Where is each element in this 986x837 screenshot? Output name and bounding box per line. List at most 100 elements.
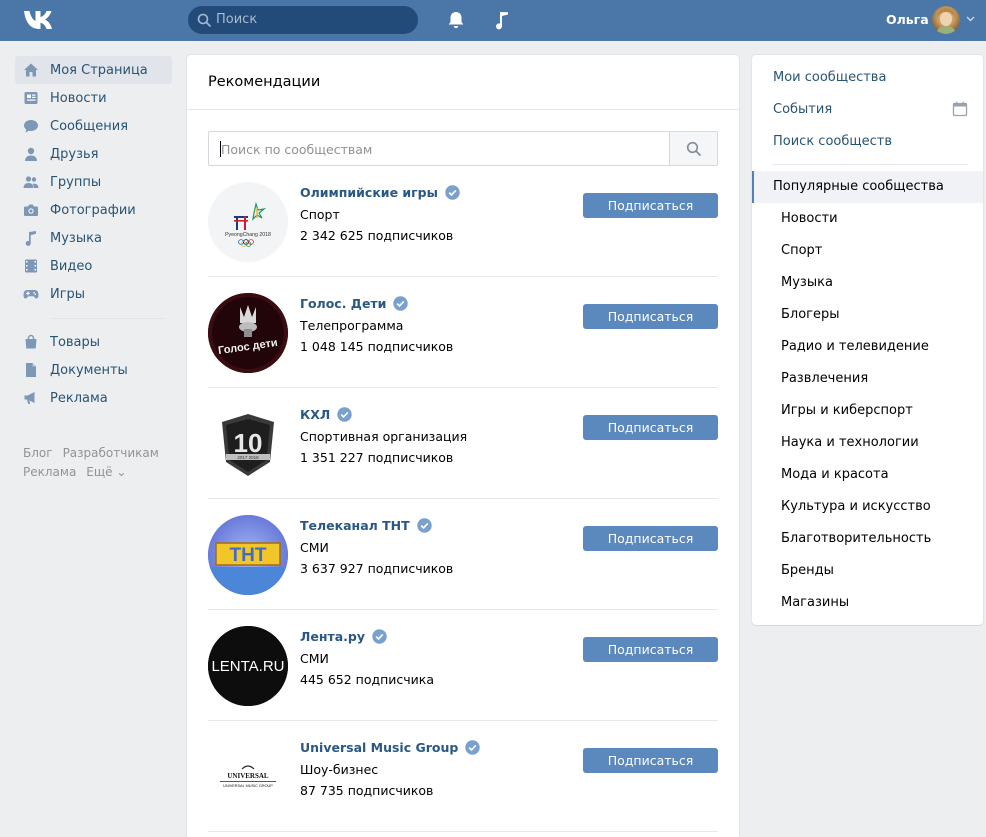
khl-years-text: 2017 2018 (237, 455, 259, 460)
chevron-down-icon[interactable] (966, 16, 975, 22)
nav-item-groups[interactable]: Группы (15, 168, 172, 196)
community-search-button[interactable] (669, 132, 717, 165)
community-name[interactable]: Лента.ру (300, 629, 387, 644)
header-search-placeholder: Поиск (216, 12, 258, 27)
bell-icon[interactable] (446, 10, 466, 30)
list-item: 10 2017 2018 КХЛ Спортивная организация … (208, 388, 718, 499)
category-culture-art[interactable]: Культура и искусство (781, 499, 931, 514)
pyeongchang-logo-icon[interactable]: PyeongChang 2018 (208, 182, 288, 262)
khl-logo-icon[interactable]: 10 2017 2018 (208, 404, 288, 484)
community-name[interactable]: Телеканал ТНТ (300, 518, 432, 533)
header-search-input[interactable]: Поиск (188, 6, 418, 34)
category-radio-tv[interactable]: Радио и телевидение (781, 339, 929, 354)
footer-link-ads[interactable]: Реклама (23, 465, 76, 479)
nav-item-music[interactable]: Музыка (15, 224, 172, 252)
list-item: LENTA.RU Лента.ру СМИ 445 652 подписчика… (208, 610, 718, 721)
community-name[interactable]: Олимпийские игры (300, 185, 460, 200)
nav-item-friends[interactable]: Друзья (15, 140, 172, 168)
subscribe-button[interactable]: Подписаться (583, 526, 718, 551)
verified-icon (337, 407, 352, 422)
community-search-input[interactable]: Поиск по сообществам (208, 131, 718, 166)
tnt-logo-icon[interactable]: ТНТ (208, 515, 288, 595)
menu-divider (772, 164, 968, 165)
calendar-icon[interactable] (952, 101, 968, 117)
community-category: СМИ (300, 651, 329, 666)
community-name-text: Телеканал ТНТ (300, 518, 410, 533)
nav-item-games[interactable]: Игры (15, 280, 172, 308)
nav-item-label: Сообщения (50, 118, 129, 134)
menu-my-communities[interactable]: Мои сообщества (773, 70, 886, 85)
menu-search-communities[interactable]: Поиск сообществ (773, 134, 892, 149)
nav-item-label: Документы (50, 362, 128, 378)
category-games-esports[interactable]: Игры и киберспорт (781, 403, 913, 418)
footer-link-blog[interactable]: Блог (23, 446, 53, 460)
category-charity[interactable]: Благотворительность (781, 531, 931, 546)
category-entertainment[interactable]: Развлечения (781, 371, 868, 386)
community-name[interactable]: Голос. Дети (300, 296, 409, 311)
community-name[interactable]: КХЛ (300, 407, 352, 422)
footer-link-developers[interactable]: Разработчикам (63, 446, 159, 460)
golos-logo-icon[interactable]: Голос дети (208, 293, 288, 373)
groups-icon (23, 176, 39, 188)
category-science-tech[interactable]: Наука и технологии (781, 435, 919, 450)
category-brands[interactable]: Бренды (781, 563, 834, 578)
subscribe-button[interactable]: Подписаться (583, 637, 718, 662)
user-name[interactable]: Ольга (886, 12, 929, 27)
footer-link-more[interactable]: Ещё ⌄ (86, 465, 126, 479)
recommendations-panel: Рекомендации Поиск по сообществам Pyeong… (187, 55, 739, 837)
community-subscribers: 2 342 625 подписчиков (300, 228, 454, 243)
vk-logo-icon[interactable] (22, 9, 56, 31)
nav-item-label: Друзья (50, 146, 99, 162)
pyeongchang-text: PyeongChang 2018 (225, 232, 271, 238)
community-name-text: КХЛ (300, 407, 331, 422)
community-subscribers: 445 652 подписчика (300, 672, 435, 687)
subscribe-button[interactable]: Подписаться (583, 193, 718, 218)
nav-item-news[interactable]: Новости (15, 84, 172, 112)
category-sport[interactable]: Спорт (781, 243, 822, 258)
verified-icon (372, 629, 387, 644)
subscribe-button[interactable]: Подписаться (583, 304, 718, 329)
subscribe-button[interactable]: Подписаться (583, 415, 718, 440)
community-name[interactable]: Universal Music Group (300, 740, 481, 755)
subscribe-button[interactable]: Подписаться (583, 748, 718, 773)
camera-icon (24, 204, 38, 216)
nav-item-documents[interactable]: Документы (15, 356, 172, 384)
category-shops[interactable]: Магазины (781, 595, 849, 610)
category-fashion-beauty[interactable]: Мода и красота (781, 467, 889, 482)
nav-item-photos[interactable]: Фотографии (15, 196, 172, 224)
category-bloggers[interactable]: Блогеры (781, 307, 840, 322)
verified-icon (416, 518, 432, 533)
community-category: Шоу-бизнес (300, 762, 379, 777)
universal-mark-icon: UNIVERSAL UNIVERSAL MUSIC GROUP (220, 765, 276, 788)
nav-item-messages[interactable]: Сообщения (15, 112, 172, 140)
community-category: СМИ (300, 540, 329, 555)
video-icon (25, 259, 37, 273)
olympic-logo-icon: PyeongChang 2018 (225, 201, 271, 247)
universal-logo-icon[interactable]: UNIVERSAL UNIVERSAL MUSIC GROUP (208, 737, 288, 817)
nav-item-label: Новости (50, 90, 107, 106)
avatar[interactable] (932, 6, 960, 34)
nav-item-video[interactable]: Видео (15, 252, 172, 280)
home-icon (24, 63, 38, 77)
friends-icon (25, 147, 37, 161)
nav-item-my-page[interactable]: Моя Страница (15, 56, 172, 84)
verified-icon (445, 185, 460, 200)
community-name-text: Лента.ру (300, 629, 366, 644)
category-music[interactable]: Музыка (781, 275, 833, 290)
lenta-logo-icon[interactable]: LENTA.RU (208, 626, 288, 706)
menu-popular-communities[interactable]: Популярные сообщества (752, 171, 983, 203)
nav-item-ads[interactable]: Реклама (15, 384, 172, 412)
nav-item-goods[interactable]: Товары (15, 328, 172, 356)
music-icon (25, 231, 36, 246)
community-category: Спортивная организация (300, 429, 468, 444)
nav-item-label: Товары (50, 334, 101, 350)
header-divider (187, 109, 739, 110)
bag-icon (25, 334, 37, 349)
music-note-icon[interactable] (493, 10, 511, 30)
category-news[interactable]: Новости (781, 211, 838, 226)
universal-text: UNIVERSAL (227, 772, 269, 780)
community-name-text: Голос. Дети (300, 296, 387, 311)
nav-item-label: Игры (50, 286, 86, 302)
community-subscribers: 87 735 подписчиков (300, 783, 434, 798)
menu-events[interactable]: События (773, 102, 832, 117)
